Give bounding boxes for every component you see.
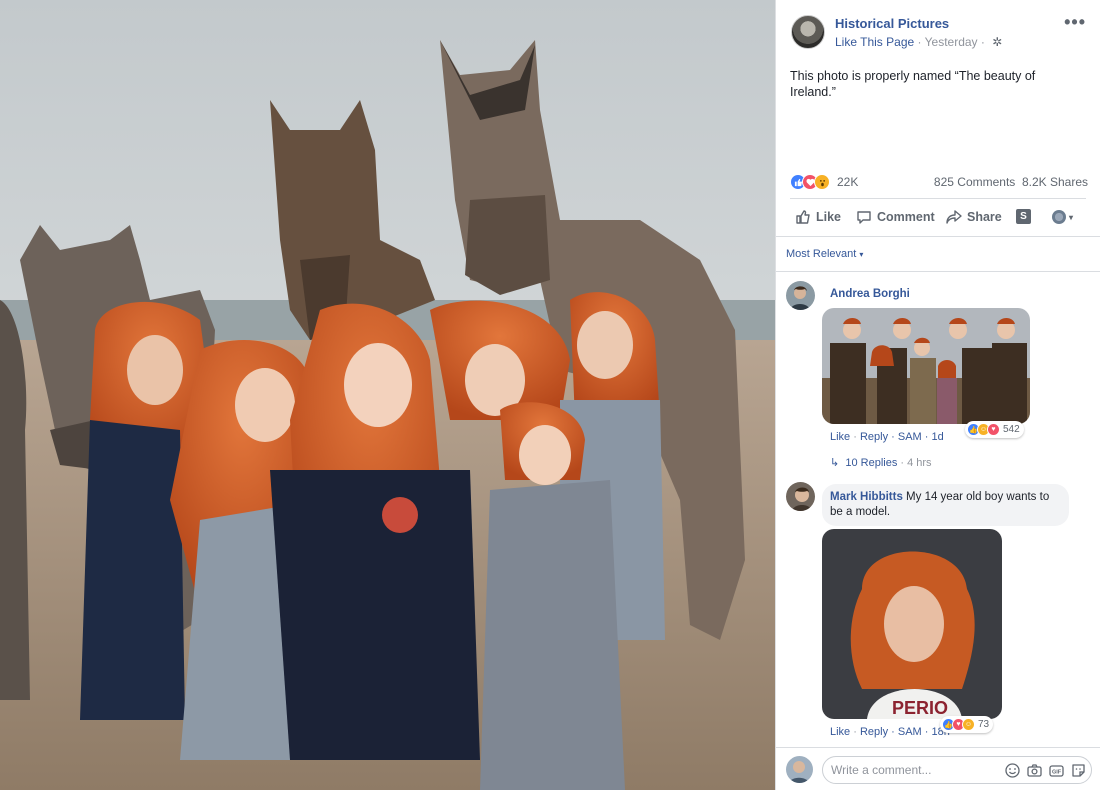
meta-separator: ·: [850, 726, 860, 738]
comment-like-link[interactable]: Like: [830, 431, 850, 443]
photo-illustration: [0, 0, 775, 790]
comment-author[interactable]: Andrea Borghi: [830, 288, 910, 300]
comment-meta: Like · Reply · SAM · 1d: [830, 431, 944, 443]
svg-text:PERIO: PERIO: [892, 698, 948, 718]
page-avatar[interactable]: [791, 15, 825, 49]
commenter-avatar[interactable]: [786, 281, 815, 310]
gear-icon[interactable]: ✲: [992, 35, 1002, 49]
comment-like-link[interactable]: Like: [830, 726, 850, 738]
post-actions: Like Comment Share S ▾: [790, 205, 1088, 229]
post-side-panel: Historical Pictures Like This Page · Yes…: [775, 0, 1100, 790]
comment-reaction-count: 542: [1003, 424, 1020, 435]
comment-bubble-icon: [857, 211, 871, 224]
share-button[interactable]: Share: [946, 209, 1002, 225]
comment-image[interactable]: PERIO: [822, 529, 1002, 719]
post-as-picker[interactable]: ▾: [1052, 210, 1073, 224]
comment-reaction-count: 73: [978, 719, 990, 730]
children-group: [80, 292, 665, 790]
comment-image[interactable]: [822, 308, 1030, 424]
comment-reactions[interactable]: 👍 ♥ ☺ 73: [940, 716, 994, 733]
comment-meta: Like · Reply · SAM · 18h: [830, 726, 950, 738]
replies-time: · 4 hrs: [897, 457, 932, 469]
svg-text:GIF: GIF: [1052, 770, 1062, 776]
account-avatar: [1052, 210, 1066, 224]
comment-bubble: Mark Hibbitts My 14 year old boy wants t…: [822, 484, 1069, 526]
haha-reaction-icon: ☺: [962, 718, 975, 731]
replies-count: 10 Replies: [845, 457, 898, 469]
commenter-avatar[interactable]: [786, 482, 815, 511]
comment-reply-link[interactable]: Reply: [860, 431, 888, 443]
share-label: Share: [967, 210, 1002, 224]
divider: [790, 198, 1086, 199]
comment-reply-link[interactable]: Reply: [860, 726, 888, 738]
share-arrow-icon: [946, 210, 962, 224]
reactions-summary[interactable]: 22K 825 Comments 8.2K Shares: [790, 174, 1088, 190]
reaction-count[interactable]: 22K: [837, 175, 858, 189]
comment-composer: GIF: [776, 747, 1100, 790]
sticker-icon[interactable]: [1070, 762, 1087, 779]
wow-reaction-icon: [814, 174, 830, 190]
chevron-down-icon: ▾: [1069, 212, 1074, 222]
like-button[interactable]: Like: [795, 209, 841, 225]
emoji-icon[interactable]: [1004, 762, 1021, 779]
user-avatar: [786, 756, 813, 783]
sort-label: Most Relevant: [786, 248, 857, 260]
like-label: Like: [816, 210, 842, 224]
divider: [776, 236, 1100, 237]
comment-sort-dropdown[interactable]: Most Relevant ▾: [786, 248, 863, 260]
page-name[interactable]: Historical Pictures: [835, 16, 949, 31]
gif-icon[interactable]: GIF: [1048, 762, 1065, 779]
reply-arrow-icon: ↳: [830, 457, 840, 469]
comment-author[interactable]: Mark Hibbitts: [830, 491, 903, 503]
divider: [776, 271, 1100, 272]
love-reaction-icon: ♥: [987, 423, 1000, 436]
post-time[interactable]: Yesterday: [925, 35, 978, 49]
comment-label: Comment: [877, 210, 935, 224]
comment-reactions[interactable]: 👍 ☺ ♥ 542: [965, 421, 1024, 438]
post-subline: Like This Page · Yesterday · ✲: [835, 35, 1002, 49]
comments-shares-count[interactable]: 825 Comments 8.2K Shares: [934, 175, 1088, 189]
like-page-link[interactable]: Like This Page: [835, 35, 914, 49]
subline-separator: ·: [914, 35, 925, 49]
s-extension-icon[interactable]: S: [1016, 209, 1031, 224]
chevron-down-icon: ▾: [859, 250, 864, 259]
composer-tools: GIF: [1004, 762, 1087, 779]
more-options-icon[interactable]: •••: [1064, 12, 1086, 33]
meta-separator: ·: [850, 431, 860, 443]
thumbs-up-icon: [796, 210, 810, 224]
post-text: This photo is properly named “The beauty…: [790, 69, 1036, 99]
comment-tail[interactable]: · SAM · 1d: [888, 431, 944, 443]
camera-icon[interactable]: [1026, 762, 1043, 779]
comment-button[interactable]: Comment: [856, 209, 935, 225]
post-photo[interactable]: [0, 0, 775, 790]
view-replies-link[interactable]: ↳ 10 Replies · 4 hrs: [830, 456, 932, 469]
subline-separator-2: ·: [977, 35, 989, 49]
